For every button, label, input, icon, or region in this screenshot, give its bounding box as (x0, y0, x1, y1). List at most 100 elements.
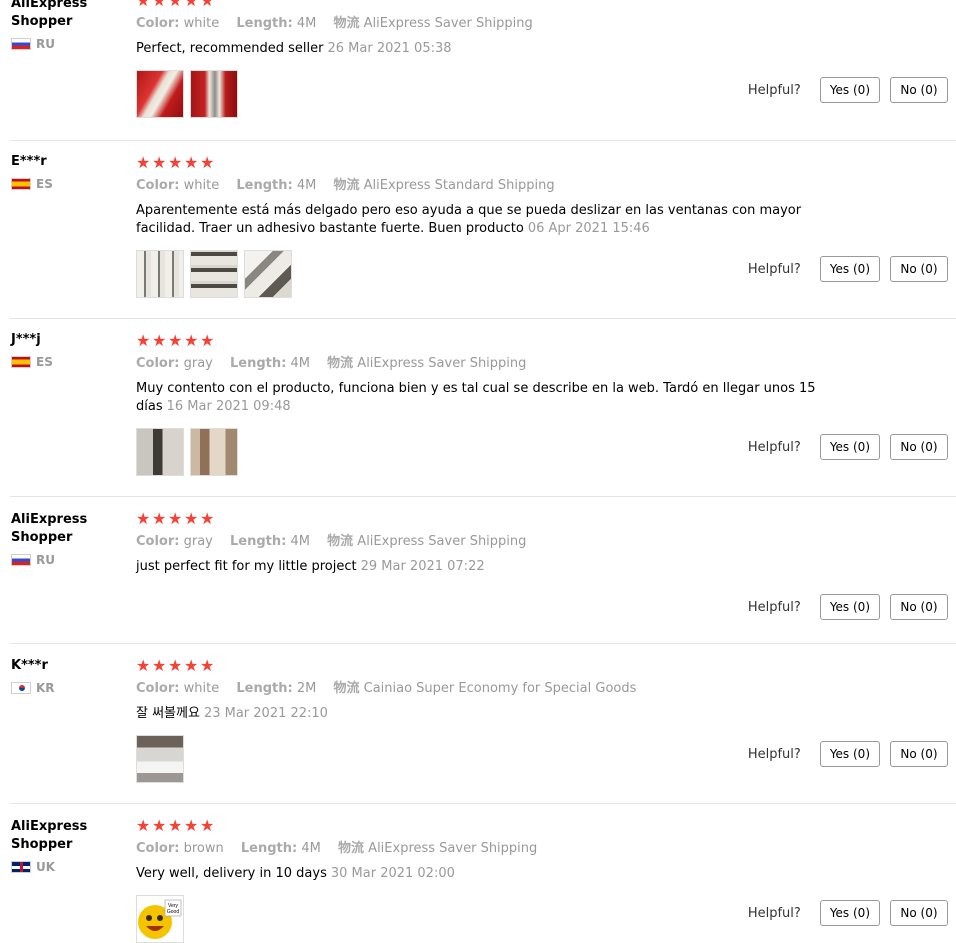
svg-text:Good: Good (167, 909, 179, 915)
star-icon: ★ (200, 331, 215, 350)
country-code: ES (36, 355, 53, 369)
star-icon: ★ (168, 153, 183, 172)
helpful-no-button[interactable]: No (0) (890, 900, 948, 926)
star-icon: ★ (184, 509, 199, 528)
helpful-yes-button[interactable]: Yes (0) (819, 900, 880, 926)
star-icon: ★ (136, 816, 151, 835)
reviewer-name: J***j (11, 332, 41, 347)
review-text: 잘 써볼께요 23 Mar 2021 22:10 (136, 706, 328, 721)
review-date: 30 Mar 2021 02:00 (330, 866, 455, 881)
review-photo[interactable] (136, 428, 184, 476)
review-photos (136, 250, 846, 298)
star-icon: ★ (136, 656, 151, 675)
review-photos (136, 428, 846, 476)
helpful-no-button[interactable]: No (0) (890, 741, 948, 767)
review-divider (10, 318, 956, 319)
helpful-no-button[interactable]: No (0) (890, 594, 948, 620)
rating-stars: ★ ★ ★ ★ ★ (136, 155, 846, 173)
star-icon: ★ (168, 816, 183, 835)
reviewer-info: AliExpress Shopper RU (11, 0, 129, 51)
product-attributes: Color: white Length: 4M 物流 AliExpress Sa… (136, 16, 533, 31)
star-icon: ★ (152, 509, 167, 528)
review-photo[interactable] (244, 250, 292, 298)
review-text: Very well, delivery in 10 days 30 Mar 202… (136, 866, 455, 881)
reviewer-country: ES (11, 177, 129, 191)
product-attributes: Color: gray Length: 4M 物流 AliExpress Sav… (136, 534, 527, 549)
review-photo[interactable] (190, 70, 238, 118)
rating-stars: ★ ★ ★ ★ ★ (136, 658, 846, 676)
reviewer-country: UK (11, 860, 129, 874)
helpful-votes: Helpful? Yes (0) No (0) (748, 741, 948, 767)
star-icon: ★ (184, 331, 199, 350)
reviewer-name: E***r (11, 154, 47, 169)
star-icon: ★ (184, 0, 199, 10)
review-photo[interactable] (136, 250, 184, 298)
star-icon: ★ (152, 816, 167, 835)
star-icon: ★ (184, 153, 199, 172)
helpful-yes-button[interactable]: Yes (0) (819, 256, 880, 282)
review-divider (10, 643, 956, 644)
reviewer-country: RU (11, 553, 129, 567)
star-icon: ★ (136, 0, 151, 10)
flag-ru-icon (11, 38, 31, 50)
star-icon: ★ (200, 0, 215, 10)
review-photo[interactable] (136, 735, 184, 783)
flag-ru-icon (11, 554, 31, 566)
star-icon: ★ (168, 656, 183, 675)
review-photo[interactable]: Very Good (136, 895, 184, 943)
review-photos: Very Good (136, 895, 846, 943)
helpful-yes-button[interactable]: Yes (0) (819, 77, 880, 103)
helpful-yes-button[interactable]: Yes (0) (819, 594, 880, 620)
star-icon: ★ (184, 656, 199, 675)
flag-es-icon (11, 356, 31, 368)
helpful-votes: Helpful? Yes (0) No (0) (748, 434, 948, 460)
reviewer-country: KR (11, 681, 129, 695)
helpful-no-button[interactable]: No (0) (890, 434, 948, 460)
country-code: RU (36, 553, 55, 567)
reviewer-country: RU (11, 37, 129, 51)
review-divider (10, 496, 956, 497)
product-attributes: Color: white Length: 4M 物流 AliExpress St… (136, 178, 555, 193)
star-icon: ★ (200, 816, 215, 835)
star-icon: ★ (152, 331, 167, 350)
review-date: 23 Mar 2021 22:10 (203, 706, 328, 721)
helpful-votes: Helpful? Yes (0) No (0) (748, 900, 948, 926)
country-code: ES (36, 177, 53, 191)
review-text: Aparentemente está más delgado pero eso … (136, 203, 802, 236)
helpful-votes: Helpful? Yes (0) No (0) (748, 594, 948, 620)
star-icon: ★ (168, 0, 183, 10)
country-code: UK (36, 860, 56, 874)
helpful-no-button[interactable]: No (0) (890, 77, 948, 103)
review-text: just perfect fit for my little project 29… (136, 559, 485, 574)
helpful-yes-button[interactable]: Yes (0) (819, 434, 880, 460)
review-date: 06 Apr 2021 15:46 (527, 221, 650, 236)
star-icon: ★ (168, 509, 183, 528)
review-divider (10, 140, 956, 141)
reviewer-name: K***r (11, 658, 48, 673)
star-icon: ★ (152, 153, 167, 172)
review-photo[interactable] (190, 250, 238, 298)
flag-uk-icon (11, 861, 31, 873)
helpful-votes: Helpful? Yes (0) No (0) (748, 77, 948, 103)
review-date: 16 Mar 2021 09:48 (166, 399, 291, 414)
helpful-yes-button[interactable]: Yes (0) (819, 741, 880, 767)
star-icon: ★ (152, 0, 167, 10)
reviewer-name: AliExpress Shopper (11, 512, 88, 545)
helpful-no-button[interactable]: No (0) (890, 256, 948, 282)
rating-stars: ★ ★ ★ ★ ★ (136, 0, 846, 11)
product-attributes: Color: brown Length: 4M 物流 AliExpress Sa… (136, 841, 538, 856)
reviewer-name: AliExpress Shopper (11, 0, 88, 29)
review-photo[interactable] (190, 428, 238, 476)
reviewer-country: ES (11, 355, 129, 369)
review-photo[interactable] (136, 70, 184, 118)
star-icon: ★ (152, 656, 167, 675)
star-icon: ★ (200, 153, 215, 172)
star-icon: ★ (200, 509, 215, 528)
review-text: Muy contento con el producto, funciona b… (136, 381, 816, 414)
product-attributes: Color: gray Length: 4M 物流 AliExpress Sav… (136, 356, 527, 371)
rating-stars: ★ ★ ★ ★ ★ (136, 333, 846, 351)
very-good-emoji-icon: Very Good (138, 899, 182, 939)
reviewer-name: AliExpress Shopper (11, 819, 88, 852)
review-photos (136, 70, 846, 118)
review-photos (136, 735, 846, 783)
